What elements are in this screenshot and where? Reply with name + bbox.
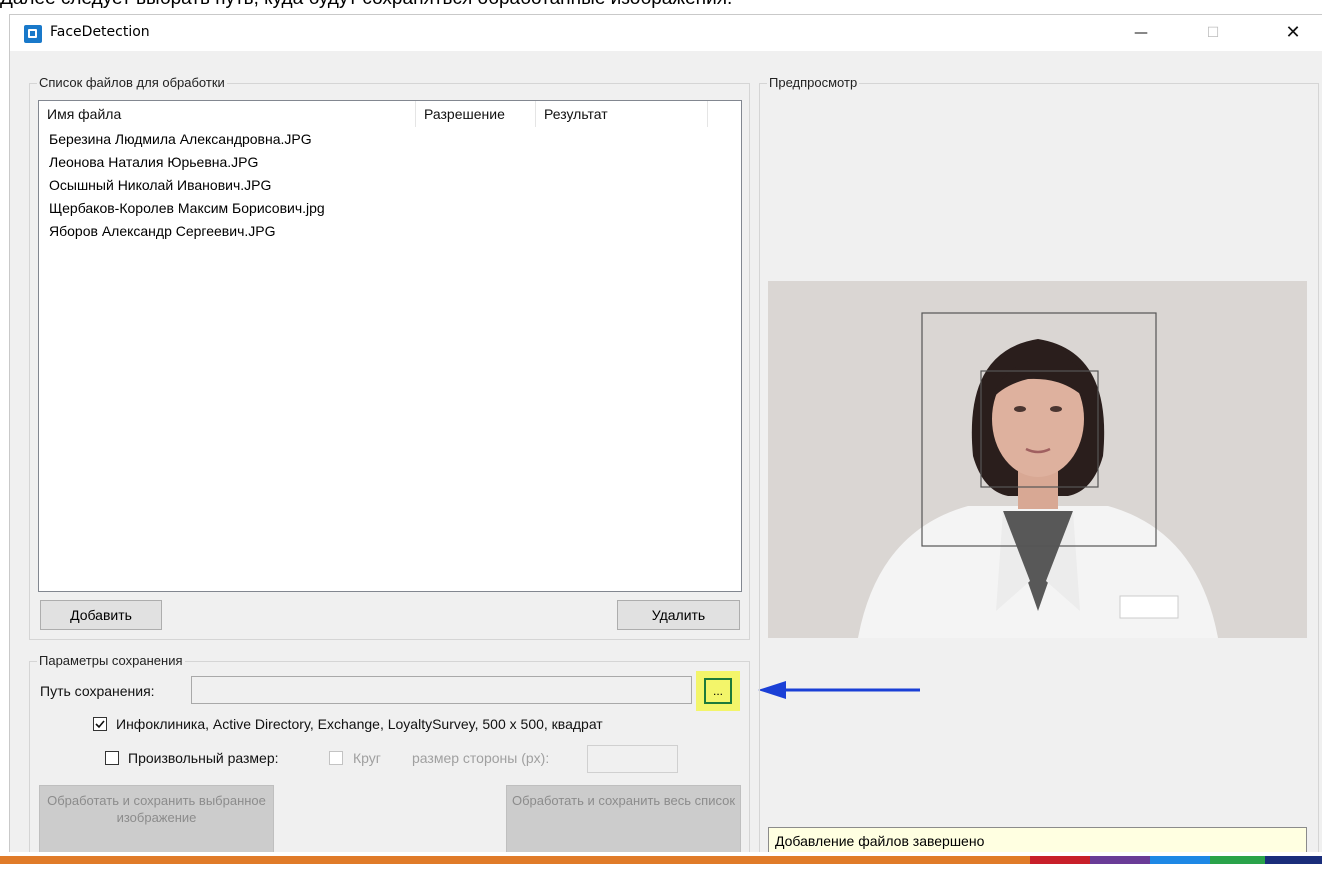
taskbar-segment <box>1265 856 1322 864</box>
column-header-resolution[interactable]: Разрешение <box>416 101 536 127</box>
list-item[interactable]: Щербаков-Королев Максим Борисович.jpg <box>49 198 325 218</box>
taskbar-segment <box>0 856 1030 864</box>
app-window: FaceDetection — ☐ ✕ Список файлов для об… <box>9 14 1322 863</box>
custom-size-label: Произвольный размер: <box>128 750 279 766</box>
window-title: FaceDetection <box>50 24 150 40</box>
browse-button[interactable]: ... <box>704 678 732 704</box>
close-icon: ✕ <box>1285 22 1301 43</box>
taskbar-segment <box>1030 856 1090 864</box>
title-bar: FaceDetection — ☐ ✕ <box>10 15 1322 51</box>
taskbar-segment <box>1090 856 1150 864</box>
preview-group-label: Предпросмотр <box>767 75 860 90</box>
process-all-button: Обработать и сохранить весь список <box>506 785 741 853</box>
save-params-group-label: Параметры сохранения <box>37 653 185 668</box>
save-path-field[interactable] <box>191 676 692 704</box>
circle-checkbox <box>329 751 343 765</box>
side-size-label: размер стороны (px): <box>412 750 550 766</box>
preset-label: Инфоклиника, Active Directory, Exchange,… <box>116 716 603 732</box>
side-size-field <box>587 745 678 773</box>
checkmark-icon <box>95 720 105 729</box>
column-header-filename[interactable]: Имя файла <box>39 101 416 127</box>
list-item[interactable]: Осышный Николай Иванович.JPG <box>49 175 271 195</box>
maximize-icon: ☐ <box>1206 25 1220 41</box>
page-caption: Далее следует выбрать путь, куда будут с… <box>0 0 1322 10</box>
file-list-group-label: Список файлов для обработки <box>37 75 227 90</box>
process-selected-button: Обработать и сохранить выбранное изображ… <box>39 785 274 853</box>
add-button[interactable]: Добавить <box>40 600 162 630</box>
preview-image <box>768 281 1307 638</box>
maximize-button: ☐ <box>1190 15 1236 51</box>
minimize-icon: — <box>1134 25 1148 41</box>
preset-checkbox[interactable] <box>93 717 107 731</box>
save-path-label: Путь сохранения: <box>40 683 155 699</box>
taskbar-segment <box>1210 856 1265 864</box>
file-list-view[interactable]: Имя файла Разрешение Результат Березина … <box>38 100 742 592</box>
custom-size-checkbox[interactable] <box>105 751 119 765</box>
minimize-button[interactable]: — <box>1118 15 1164 51</box>
circle-label: Круг <box>353 750 381 766</box>
list-item[interactable]: Леонова Наталия Юрьевна.JPG <box>49 152 258 172</box>
close-button[interactable]: ✕ <box>1270 15 1316 51</box>
remove-button[interactable]: Удалить <box>617 600 740 630</box>
crop-app-icon <box>24 25 42 43</box>
column-header-result[interactable]: Результат <box>536 101 708 127</box>
list-item[interactable]: Березина Людмила Александровна.JPG <box>49 129 312 149</box>
portrait-photo <box>768 281 1307 638</box>
list-item[interactable]: Яборов Александр Сергеевич.JPG <box>49 221 275 241</box>
taskbar-segment <box>1150 856 1210 864</box>
taskbar-strip <box>0 852 1322 882</box>
